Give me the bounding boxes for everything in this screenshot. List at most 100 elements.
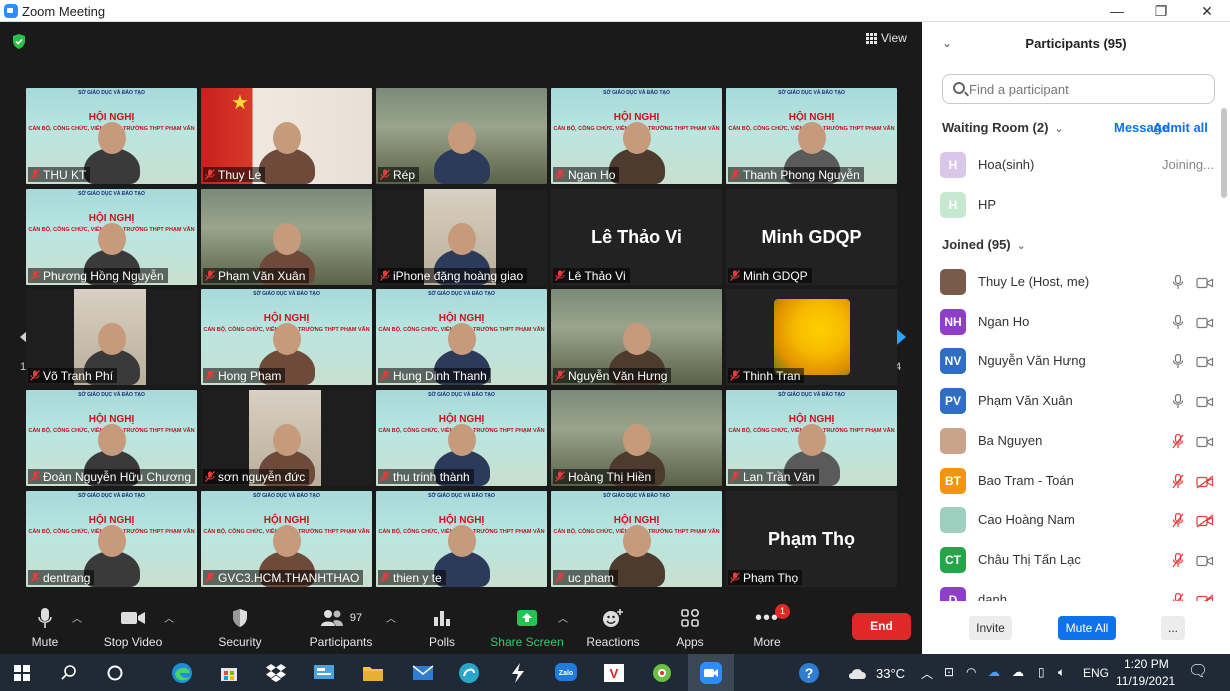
mail-icon[interactable]: [410, 660, 436, 686]
video-tile[interactable]: Lê Thảo Vi Lê Thảo Vi: [551, 189, 722, 285]
joined-participant-row[interactable]: CT Châu Thị Tấn Lạc: [940, 545, 1220, 575]
participants-options-caret[interactable]: ︿: [386, 610, 396, 625]
file-explorer-icon[interactable]: [360, 660, 386, 686]
wifi-icon[interactable]: ◠: [966, 665, 976, 679]
video-icon[interactable]: [1196, 316, 1214, 330]
video-options-caret[interactable]: ︿: [164, 610, 174, 625]
encryption-shield-icon[interactable]: [11, 33, 27, 50]
admit-all-link[interactable]: Admit all: [1153, 120, 1208, 135]
video-tile[interactable]: Minh GDQP Minh GDQP: [726, 189, 897, 285]
lightning-app-icon[interactable]: [505, 660, 531, 686]
video-tile[interactable]: CÁN BỘ, CÔNG CHỨC, VIÊN CHỨC TRƯỜNG THPT…: [551, 491, 722, 587]
video-icon[interactable]: [1196, 276, 1214, 290]
joined-participant-row[interactable]: Ddanh: [940, 585, 1220, 601]
store-icon[interactable]: [216, 660, 242, 686]
tray-expand-chevron-icon[interactable]: ︿: [921, 665, 933, 682]
video-tile[interactable]: CÁN BỘ, CÔNG CHỨC, VIÊN CHỨC TRƯỜNG THPT…: [26, 189, 197, 285]
video-tile[interactable]: CÁN BỘ, CÔNG CHỨC, VIÊN CHỨC TRƯỜNG THPT…: [26, 491, 197, 587]
video-tile[interactable]: CÁN BỘ, CÔNG CHỨC, VIÊN CHỨC TRƯỜNG THPT…: [201, 491, 372, 587]
video-tile[interactable]: CÁN BỘ, CÔNG CHỨC, VIÊN CHỨC TRƯỜNG THPT…: [726, 390, 897, 486]
video-tile[interactable]: iPhone đặng hoàng giao: [376, 189, 547, 285]
video-tile[interactable]: CÁN BỘ, CÔNG CHỨC, VIÊN CHỨC TRƯỜNG THPT…: [376, 491, 547, 587]
participant-search-input[interactable]: [969, 80, 1209, 98]
notification-center-icon[interactable]: 🗨︎: [1188, 661, 1208, 681]
clock-time[interactable]: 1:20 PM: [1124, 657, 1169, 671]
video-icon[interactable]: [1196, 355, 1214, 369]
windows-start-icon[interactable]: [9, 660, 35, 686]
video-tile[interactable]: Thinh Tran: [726, 289, 897, 385]
green-app-icon[interactable]: [649, 660, 675, 686]
video-icon[interactable]: [1196, 435, 1214, 449]
video-tile[interactable]: CÁN BỘ, CÔNG CHỨC, VIÊN CHỨC TRƯỜNG THPT…: [201, 289, 372, 385]
waiting-participant-row[interactable]: H Hoa(sinh) Joining...: [940, 150, 1220, 180]
joined-participant-row[interactable]: Thuy Le (Host, me): [940, 267, 1220, 297]
help-icon[interactable]: ?: [796, 660, 822, 686]
battery-icon[interactable]: ▯: [1038, 665, 1045, 679]
muted-mic-icon[interactable]: [1172, 592, 1184, 601]
video-tile[interactable]: Nguyễn Văn Hưng: [551, 289, 722, 385]
control-panel-icon[interactable]: [311, 660, 337, 686]
video-tile[interactable]: Phạm Thọ Phạm Thọ: [726, 491, 897, 587]
zalo-icon[interactable]: Zalo: [553, 660, 579, 686]
video-tile[interactable]: CÁN BỘ, CÔNG CHỨC, VIÊN CHỨC TRƯỜNG THPT…: [551, 88, 722, 184]
joined-participant-row[interactable]: NV Nguyễn Văn Hưng: [940, 346, 1220, 376]
close-button[interactable]: ✕: [1192, 2, 1222, 20]
video-tile[interactable]: CÁN BỘ, CÔNG CHỨC, VIÊN CHỨC TRƯỜNG THPT…: [26, 390, 197, 486]
video-tile[interactable]: CÁN BỘ, CÔNG CHỨC, VIÊN CHỨC TRƯỜNG THPT…: [26, 88, 197, 184]
video-tile[interactable]: Rép: [376, 88, 547, 184]
joined-participant-row[interactable]: NH Ngan Ho: [940, 307, 1220, 337]
video-off-icon[interactable]: [1196, 594, 1214, 601]
video-tile[interactable]: ★ Thuy Le: [201, 88, 372, 184]
muted-mic-icon[interactable]: [1172, 473, 1184, 489]
waiting-room-header[interactable]: Waiting Room (2) ⌄: [942, 120, 1064, 135]
maximize-button[interactable]: ❐: [1146, 2, 1176, 20]
task-view-icon[interactable]: [102, 660, 128, 686]
share-options-caret[interactable]: ︿: [558, 610, 568, 625]
participants-button[interactable]: 97 Participants: [296, 606, 386, 649]
joined-participant-row[interactable]: PV Phạm Văn Xuân: [940, 386, 1220, 416]
vietnamese-keyboard-icon[interactable]: V: [601, 660, 627, 686]
polls-button[interactable]: Polls: [397, 606, 487, 649]
panel-scrollbar[interactable]: [1221, 108, 1227, 198]
end-meeting-button[interactable]: End: [852, 613, 911, 640]
edge-browser-icon[interactable]: [169, 660, 195, 686]
video-tile[interactable]: Võ Tranh Phí: [26, 289, 197, 385]
video-tile[interactable]: CÁN BỘ, CÔNG CHỨC, VIÊN CHỨC TRƯỜNG THPT…: [376, 289, 547, 385]
video-tile[interactable]: Phạm Văn Xuân: [201, 189, 372, 285]
mic-icon[interactable]: [1172, 354, 1184, 369]
input-language[interactable]: ENG: [1083, 666, 1109, 680]
muted-mic-icon[interactable]: [1172, 433, 1184, 449]
more-button[interactable]: ••• 1 More: [722, 604, 812, 649]
security-button[interactable]: Security: [195, 606, 285, 649]
zoom-taskbar-icon[interactable]: [698, 660, 724, 686]
onedrive-icon[interactable]: ☁: [988, 665, 1000, 679]
video-tile[interactable]: CÁN BỘ, CÔNG CHỨC, VIÊN CHỨC TRƯỜNG THPT…: [376, 390, 547, 486]
volume-icon[interactable]: 🔈︎: [1058, 665, 1065, 680]
joined-header[interactable]: Joined (95) ⌄: [942, 237, 1026, 252]
video-tile[interactable]: sơn nguyễn đức: [201, 390, 372, 486]
invite-button[interactable]: Invite: [969, 616, 1012, 640]
video-icon[interactable]: [1196, 554, 1214, 568]
app-orb-icon[interactable]: [456, 660, 482, 686]
tray-device-icon[interactable]: ⊡: [944, 665, 954, 679]
waiting-participant-row[interactable]: H HP: [940, 190, 1220, 220]
muted-mic-icon[interactable]: [1172, 513, 1184, 528]
video-tile[interactable]: Hoàng Thị Hiền: [551, 390, 722, 486]
video-icon[interactable]: [1196, 395, 1214, 409]
view-button[interactable]: View: [866, 31, 907, 45]
joined-participant-row[interactable]: Cao Hoàng Nam: [940, 505, 1220, 535]
mic-icon[interactable]: [1172, 275, 1184, 290]
joined-participant-row[interactable]: Ba Nguyen: [940, 426, 1220, 456]
dropbox-icon[interactable]: [263, 660, 289, 686]
cloud-icon[interactable]: ☁: [1012, 665, 1024, 679]
video-off-icon[interactable]: [1196, 514, 1214, 528]
audio-options-caret[interactable]: ︿: [72, 610, 82, 625]
panel-more-button[interactable]: ...: [1161, 616, 1185, 640]
mic-icon[interactable]: [1172, 314, 1184, 330]
search-taskbar-icon[interactable]: [56, 660, 82, 686]
participant-search-box[interactable]: [942, 74, 1215, 104]
muted-mic-icon[interactable]: [1172, 552, 1184, 568]
joined-participant-row[interactable]: BT Bao Tram - Toán: [940, 466, 1220, 496]
minimize-button[interactable]: —: [1102, 2, 1132, 20]
mic-icon[interactable]: [1172, 394, 1184, 409]
